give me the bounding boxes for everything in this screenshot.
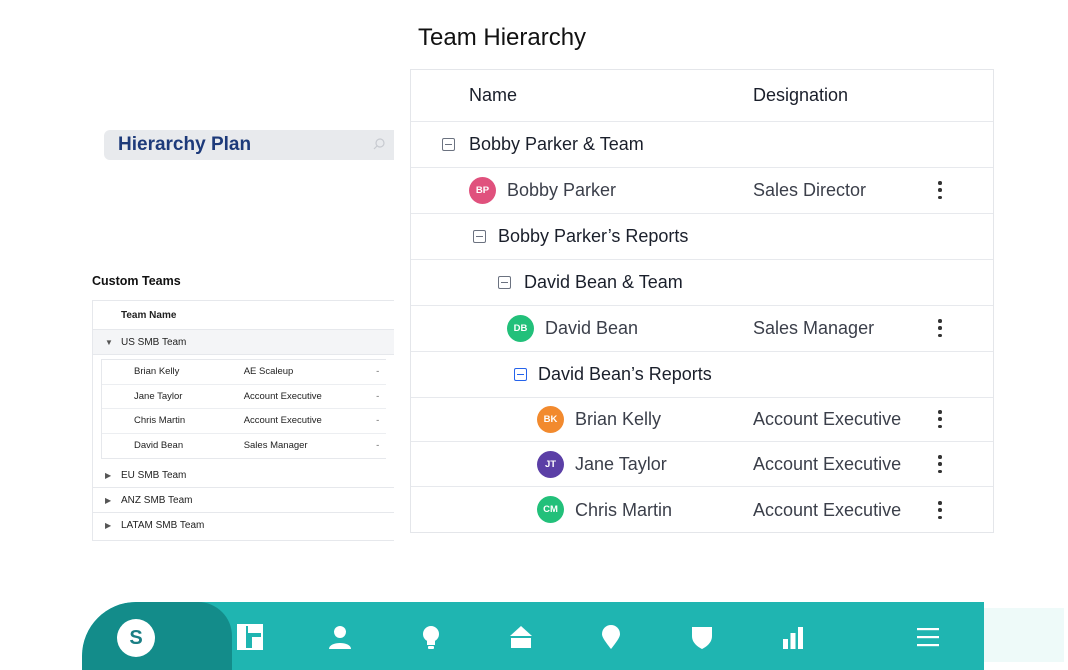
group-label: Bobby Parker’s Reports: [498, 226, 689, 246]
member-extra: -: [376, 366, 380, 378]
collapse-icon[interactable]: [473, 230, 486, 243]
person-name: Jane Taylor: [575, 453, 667, 474]
member-designation: Account Executive: [243, 415, 322, 427]
more-options-icon[interactable]: [937, 455, 943, 473]
more-options-icon[interactable]: [937, 501, 943, 519]
member-name: Brian Kelly: [134, 366, 180, 378]
table-header: Name Designation: [411, 70, 993, 122]
table-row[interactable]: BK Brian Kelly Account Executive: [411, 398, 993, 442]
location-icon[interactable]: [598, 624, 624, 650]
member-extra: -: [376, 440, 380, 452]
member-row[interactable]: David Bean Sales Manager -: [102, 434, 386, 459]
table-row[interactable]: Bobby Parker’s Reports: [411, 214, 993, 260]
team-name: US SMB Team: [121, 336, 187, 348]
hierarchy-plan-label: Hierarchy Plan: [118, 134, 252, 155]
team-name: ANZ SMB Team: [121, 494, 193, 506]
nav-extension: [984, 608, 1064, 662]
table-row[interactable]: David Bean’s Reports: [411, 352, 993, 398]
bottom-nav: S: [82, 602, 984, 670]
member-name: Jane Taylor: [134, 390, 183, 402]
member-row[interactable]: Brian Kelly AE Scaleup -: [102, 360, 386, 385]
table-row[interactable]: CM Chris Martin Account Executive: [411, 487, 993, 533]
person-name: Brian Kelly: [575, 409, 662, 429]
designation-column-header: Designation: [753, 85, 849, 105]
avatar: JT: [537, 451, 564, 478]
caret-right-icon[interactable]: ▶: [105, 521, 121, 530]
person-designation: Account Executive: [753, 499, 902, 520]
collapse-icon[interactable]: [514, 368, 527, 381]
member-designation: Sales Manager: [243, 440, 308, 452]
group-label: David Bean & Team: [524, 272, 683, 292]
team-row-eu[interactable]: ▶ EU SMB Team: [93, 463, 394, 488]
table-row[interactable]: DB David Bean Sales Manager: [411, 306, 993, 352]
table-row[interactable]: David Bean & Team: [411, 260, 993, 306]
user-icon[interactable]: [327, 624, 353, 650]
person-name: Chris Martin: [575, 499, 673, 520]
name-column-header: Name: [469, 85, 518, 105]
logo-area: [82, 602, 232, 670]
bar-chart-icon[interactable]: [780, 624, 806, 650]
person-designation: Account Executive: [753, 409, 902, 429]
collapse-icon[interactable]: [442, 138, 455, 151]
avatar: BP: [469, 177, 496, 204]
table-row[interactable]: BP Bobby Parker Sales Director: [411, 168, 993, 214]
hierarchy-table: Name Designation Bobby Parker & Team BP …: [410, 69, 994, 533]
member-name: Chris Martin: [134, 415, 186, 427]
menu-icon[interactable]: [915, 624, 941, 650]
more-options-icon[interactable]: [937, 319, 943, 337]
person-name: David Bean: [545, 318, 639, 338]
member-designation: Account Executive: [243, 390, 322, 402]
logo[interactable]: S: [117, 619, 155, 657]
avatar: DB: [507, 315, 534, 342]
team-row-latam[interactable]: ▶ LATAM SMB Team: [93, 513, 394, 538]
group-label: Bobby Parker & Team: [469, 134, 644, 154]
table-row[interactable]: Bobby Parker & Team: [411, 122, 993, 168]
member-name: David Bean: [134, 440, 184, 452]
team-row-us[interactable]: ▼ US SMB Team: [93, 330, 394, 355]
more-options-icon[interactable]: [937, 181, 943, 199]
member-row[interactable]: Chris Martin Account Executive -: [102, 409, 386, 434]
custom-teams-panel: Team Name ▼ US SMB Team Brian Kelly AE S…: [92, 300, 394, 541]
page-title: Team Hierarchy: [418, 24, 587, 51]
table-row[interactable]: JT Jane Taylor Account Executive: [411, 442, 993, 487]
person-designation: Sales Director: [753, 180, 867, 200]
shield-icon[interactable]: [689, 624, 715, 650]
more-options-icon[interactable]: [937, 410, 943, 428]
team-name: EU SMB Team: [121, 469, 187, 481]
member-row[interactable]: Jane Taylor Account Executive -: [102, 385, 386, 409]
hierarchy-plan-search[interactable]: Hierarchy Plan: [104, 130, 394, 160]
avatar: CM: [537, 496, 564, 523]
person-designation: Account Executive: [753, 453, 902, 474]
caret-right-icon[interactable]: ▶: [105, 471, 121, 480]
member-extra: -: [376, 390, 380, 402]
team-row-anz[interactable]: ▶ ANZ SMB Team: [93, 488, 394, 513]
member-designation: AE Scaleup: [243, 366, 294, 378]
team-name: LATAM SMB Team: [121, 520, 205, 531]
group-label: David Bean’s Reports: [538, 364, 712, 384]
bulb-icon[interactable]: [418, 624, 444, 650]
caret-down-icon[interactable]: ▼: [105, 338, 121, 347]
search-icon[interactable]: [372, 137, 386, 151]
person-name: Bobby Parker: [507, 180, 617, 200]
collapse-icon[interactable]: [498, 276, 511, 289]
home-icon[interactable]: [508, 624, 534, 650]
custom-teams-title: Custom Teams: [92, 274, 181, 288]
caret-right-icon[interactable]: ▶: [105, 496, 121, 505]
team-name-header: Team Name: [93, 301, 394, 330]
avatar: BK: [537, 406, 564, 433]
member-extra: -: [376, 415, 380, 427]
person-designation: Sales Manager: [753, 318, 875, 338]
team-members-list: Brian Kelly AE Scaleup - Jane Taylor Acc…: [101, 359, 386, 459]
dashboard-icon[interactable]: [237, 624, 263, 650]
